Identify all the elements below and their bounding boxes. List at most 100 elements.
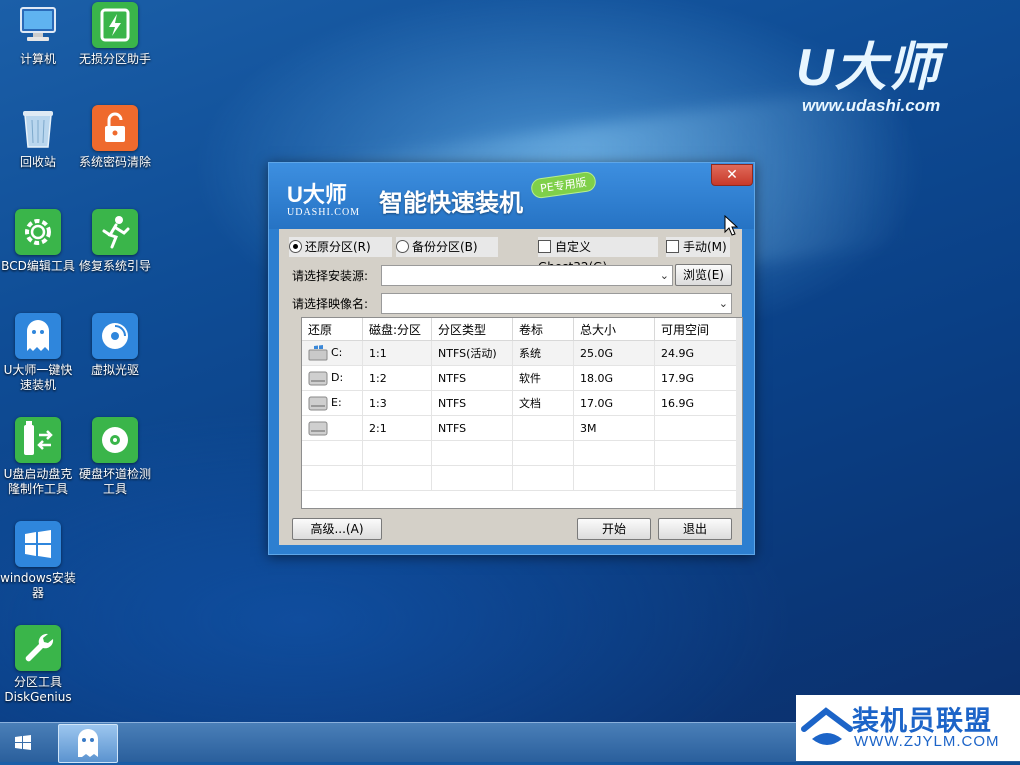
hard-drive-icon	[308, 420, 328, 436]
radio-restore-partition[interactable]: 还原分区(R)	[289, 237, 392, 257]
desktop-icon-partition-assistant[interactable]: 无损分区助手	[77, 2, 153, 67]
column-header[interactable]: 分区类型	[431, 318, 513, 341]
desktop-icon-password-clear[interactable]: 系统密码清除	[77, 105, 153, 170]
dialog-title: 智能快速装机	[379, 189, 523, 217]
desktop-icon-label: 分区工具DiskGenius	[4, 675, 72, 704]
radio-restore-label: 还原分区(R)	[305, 240, 371, 254]
exit-button[interactable]: 退出	[658, 518, 732, 540]
close-button[interactable]: ✕	[711, 164, 753, 186]
zjylm-logo-icon	[801, 707, 853, 745]
manual-label: 手动(M)	[683, 240, 727, 254]
checkbox-custom-ghost32[interactable]: 自定义Ghost32(G)	[538, 237, 658, 274]
virtual-drive-icon	[92, 313, 138, 359]
table-cell: 25.0G	[573, 340, 655, 366]
table-cell: 17.9G	[654, 365, 738, 391]
table-cell: NTFS(活动)	[431, 340, 513, 366]
partition-list[interactable]: 还原 磁盘:分区 分区类型 卷标 总大小 可用空间 C: 1:1 NTFS(活动…	[301, 317, 743, 509]
image-label: 请选择映像名:	[292, 297, 369, 311]
desktop-icon-label: 无损分区助手	[78, 52, 151, 66]
browse-button[interactable]: 浏览(E)	[675, 264, 732, 286]
desktop-icon-computer[interactable]: 计算机	[0, 2, 76, 67]
taskbar-app-quick-install[interactable]	[58, 724, 118, 763]
gear-icon	[15, 209, 61, 255]
table-cell: NTFS	[431, 365, 513, 391]
drive-letter: E:	[331, 396, 342, 409]
table-row[interactable]: 2:1 NTFS 3M	[302, 415, 738, 441]
table-cell	[654, 415, 738, 441]
desktop-icon-diskgenius[interactable]: 分区工具DiskGenius	[0, 625, 76, 705]
partition-assistant-icon	[92, 2, 138, 48]
desktop-icon-label: 硬盘坏道检测工具	[79, 467, 152, 496]
column-header[interactable]: 卷标	[512, 318, 574, 341]
table-cell: 3M	[573, 415, 655, 441]
chevron-down-icon: ⌄	[718, 297, 728, 310]
radio-backup-label: 备份分区(B)	[412, 240, 478, 254]
table-row-empty	[302, 465, 738, 491]
mouse-cursor-icon	[724, 214, 739, 240]
windows-installer-icon	[15, 521, 61, 567]
checkbox-icon	[666, 240, 679, 253]
desktop-icon-usb-clone[interactable]: U盘启动盘克隆制作工具	[0, 417, 76, 497]
checkbox-manual[interactable]: 手动(M)	[666, 237, 730, 257]
table-cell: 16.9G	[654, 390, 738, 416]
radio-backup-partition[interactable]: 备份分区(B)	[396, 237, 498, 257]
table-row[interactable]: C: 1:1 NTFS(活动) 系统 25.0G 24.9G	[302, 340, 738, 366]
hard-drive-icon	[308, 370, 328, 386]
column-header[interactable]: 磁盘:分区	[362, 318, 432, 341]
hard-drive-icon	[308, 395, 328, 411]
column-header[interactable]: 总大小	[573, 318, 655, 341]
column-header[interactable]: 还原	[302, 318, 363, 341]
ghost-icon	[78, 729, 98, 757]
start-button[interactable]	[8, 728, 38, 758]
table-cell: 1:2	[362, 365, 432, 391]
wrench-icon	[15, 625, 61, 671]
table-row[interactable]: D: 1:2 NTFS 软件 18.0G 17.9G	[302, 365, 738, 391]
usb-clone-icon	[15, 417, 61, 463]
table-cell: 1:3	[362, 390, 432, 416]
windows-start-icon	[15, 735, 31, 750]
start-button[interactable]: 开始	[577, 518, 651, 540]
zjylm-watermark: 装机员联盟 WWW.ZJYLM.COM	[796, 695, 1020, 761]
desktop-icon-repair-boot[interactable]: 修复系统引导	[77, 209, 153, 274]
pe-edition-badge: PE专用版	[529, 170, 597, 200]
install-source-combo[interactable]: ⌄	[381, 265, 673, 286]
desktop-icon-quick-install[interactable]: U大师一键快速装机	[0, 313, 76, 393]
desktop-icon-label: U大师一键快速装机	[3, 363, 73, 392]
desktop-icon-recycle-bin[interactable]: 回收站	[0, 105, 76, 170]
brand-url: www.udashi.com	[802, 96, 941, 115]
desktop-icon-virtual-drive[interactable]: 虚拟光驱	[77, 313, 153, 378]
brand-logo-text: U大师	[796, 39, 941, 97]
advanced-button[interactable]: 高级...(A)	[292, 518, 382, 540]
dialog-header: U大师 UDASHI.COM 智能快速装机 PE专用版 ✕	[269, 163, 754, 229]
table-cell: 文档	[512, 390, 574, 416]
table-cell: 2:1	[362, 415, 432, 441]
table-row-empty	[302, 440, 738, 466]
dialog-body: 还原分区(R) 备份分区(B) 自定义Ghost32(G) 手动(M) 请选择安…	[279, 229, 743, 545]
table-cell: NTFS	[431, 390, 513, 416]
table-cell: 17.0G	[573, 390, 655, 416]
desktop-icon-label: 虚拟光驱	[90, 363, 139, 377]
table-cell: 系统	[512, 340, 574, 366]
source-label: 请选择安装源:	[292, 269, 369, 283]
desktop-icon-windows-installer[interactable]: windows安装器	[0, 521, 76, 601]
table-header-row: 还原 磁盘:分区 分区类型 卷标 总大小 可用空间	[302, 318, 738, 341]
desktop-icon-disk-check[interactable]: 硬盘坏道检测工具	[77, 417, 153, 497]
desktop-icon-label: 计算机	[19, 52, 56, 66]
image-name-combo[interactable]: ⌄	[381, 293, 732, 314]
desktop-icon-bcd-editor[interactable]: BCD编辑工具	[0, 209, 76, 274]
recycle-bin-icon	[15, 105, 61, 151]
table-row[interactable]: E: 1:3 NTFS 文档 17.0G 16.9G	[302, 390, 738, 416]
udashi-brand-logo: U大师 www.udashi.com	[796, 40, 941, 116]
desktop-icon-label: 回收站	[19, 155, 56, 169]
partition-table: 还原 磁盘:分区 分区类型 卷标 总大小 可用空间 C: 1:1 NTFS(活动…	[302, 318, 738, 491]
list-scrollbar[interactable]	[736, 318, 742, 508]
table-cell: 1:1	[362, 340, 432, 366]
table-cell: 18.0G	[573, 365, 655, 391]
column-header[interactable]: 可用空间	[654, 318, 738, 341]
table-cell: 软件	[512, 365, 574, 391]
drive-letter: D:	[331, 371, 344, 384]
desktop-icon-label: U盘启动盘克隆制作工具	[3, 467, 73, 496]
disk-check-icon	[92, 417, 138, 463]
dialog-logo-text: U大师	[287, 182, 347, 207]
desktop-icon-label: 修复系统引导	[78, 259, 151, 273]
